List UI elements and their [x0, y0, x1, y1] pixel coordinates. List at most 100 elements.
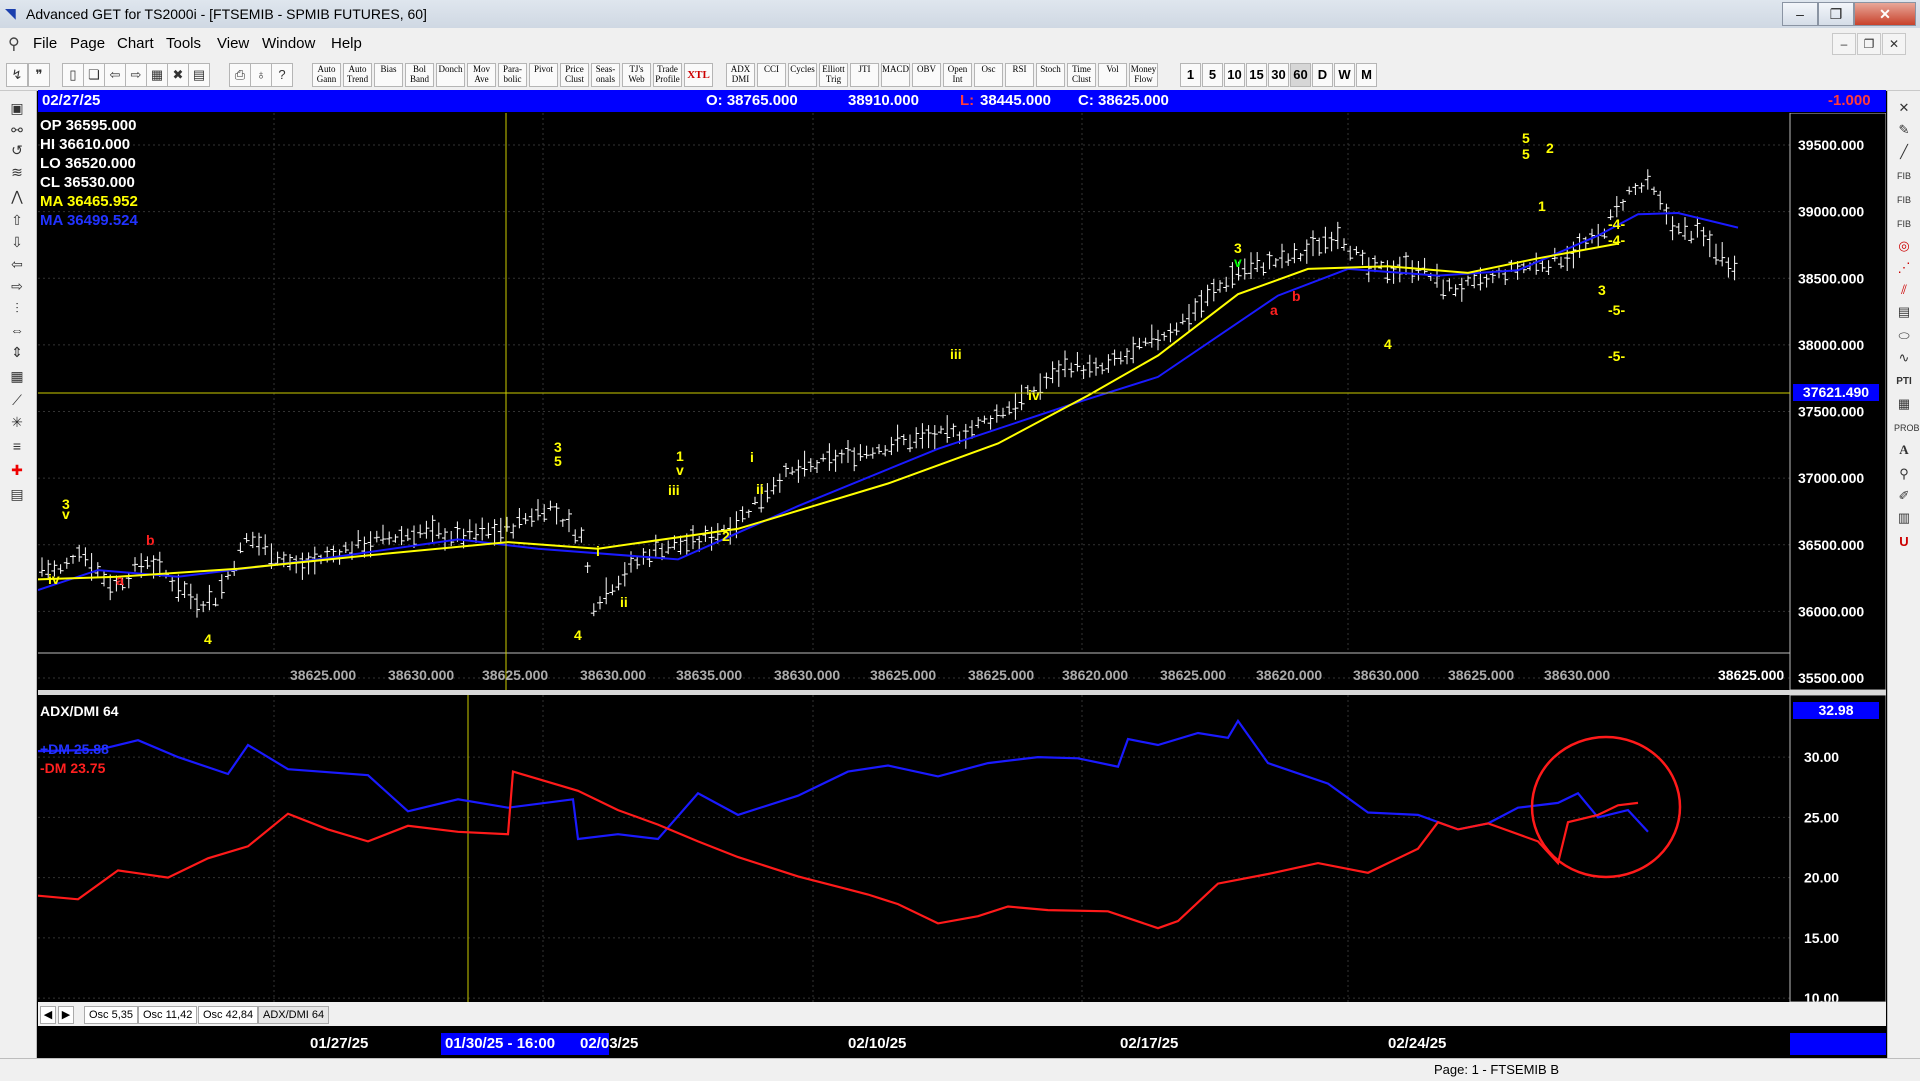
help-icon[interactable]: ?: [271, 63, 293, 87]
timeframe-button[interactable]: 5: [1202, 63, 1223, 87]
pencil-icon[interactable]: ✎: [1894, 121, 1914, 139]
text-icon[interactable]: A: [1894, 441, 1914, 459]
tab-osc-11-42[interactable]: Osc 11,42: [138, 1006, 198, 1024]
study-button[interactable]: MACD: [881, 63, 910, 87]
delete-icon[interactable]: ✖: [167, 63, 189, 87]
study-button[interactable]: Seas-onals: [591, 63, 620, 87]
up-arrow-icon[interactable]: ⇧: [6, 211, 28, 229]
grid-tool-icon[interactable]: ▦: [1894, 395, 1914, 413]
timeframe-button[interactable]: 1: [1180, 63, 1201, 87]
study-button[interactable]: Bol Band: [405, 63, 434, 87]
study-button[interactable]: Cycles: [788, 63, 817, 87]
tab-osc-42-84[interactable]: Osc 42,84: [198, 1006, 259, 1024]
timeframe-button[interactable]: 10: [1224, 63, 1245, 87]
menu-tools[interactable]: Tools: [166, 35, 201, 52]
timeframe-button[interactable]: M: [1356, 63, 1377, 87]
tip-icon[interactable]: ♁: [250, 63, 272, 87]
elliott-icon[interactable]: ⋀: [6, 187, 28, 205]
bars-icon[interactable]: ⫶: [6, 299, 28, 317]
menu-page[interactable]: Page: [70, 35, 105, 52]
menu-chart[interactable]: Chart: [117, 35, 154, 52]
arrow-right-icon[interactable]: ⇨: [125, 63, 147, 87]
open-icon[interactable]: ▣: [6, 99, 28, 117]
study-button[interactable]: OBV: [912, 63, 941, 87]
grid-icon[interactable]: ▦: [146, 63, 168, 87]
ruler-icon[interactable]: ▥: [1894, 509, 1914, 527]
copy-page-icon[interactable]: ❏: [83, 63, 105, 87]
regression-icon[interactable]: ▤: [1894, 303, 1914, 321]
tab-osc-5-35[interactable]: Osc 5,35: [84, 1006, 139, 1024]
study-button[interactable]: Auto Trend: [343, 63, 372, 87]
study-button[interactable]: Osc: [974, 63, 1003, 87]
target-icon[interactable]: ◎: [1894, 237, 1914, 255]
magnet-icon[interactable]: U: [1894, 533, 1914, 551]
study-button[interactable]: Vol: [1098, 63, 1127, 87]
new-page-icon[interactable]: ▯: [62, 63, 84, 87]
study-button[interactable]: Open Int: [943, 63, 972, 87]
adx-dmi-pane[interactable]: 30.00 25.00 20.00 15.00 10.00 ADX/DMI 64 +DM…: [38, 695, 1886, 1002]
menu-view[interactable]: View: [217, 35, 249, 52]
study-button[interactable]: Pivot: [529, 63, 558, 87]
study-button[interactable]: RSI: [1005, 63, 1034, 87]
lines-icon[interactable]: ⟋: [6, 391, 28, 409]
tab-scroll-left[interactable]: ◀: [40, 1006, 56, 1024]
zoom-icon[interactable]: ⚯: [6, 121, 28, 139]
timeframe-button[interactable]: D: [1312, 63, 1333, 87]
crosshair-icon[interactable]: ✚: [6, 461, 28, 479]
print-icon[interactable]: ⎙: [229, 63, 251, 87]
mdi-restore-button[interactable]: ❐: [1857, 33, 1881, 55]
prob-icon[interactable]: PROB: [1894, 419, 1920, 437]
study-button[interactable]: Price Clust: [560, 63, 589, 87]
study-button[interactable]: Donch: [436, 63, 465, 87]
close-tool-icon[interactable]: ✕: [1894, 99, 1914, 117]
gann-icon[interactable]: ✳: [6, 413, 28, 431]
menu-help[interactable]: Help: [331, 35, 362, 52]
study-button[interactable]: Elliott Trig: [819, 63, 848, 87]
fib-ext-icon[interactable]: FIB: [1894, 191, 1914, 209]
study-button[interactable]: CCI: [757, 63, 786, 87]
quote-icon[interactable]: ❞: [28, 63, 50, 87]
study-button[interactable]: XTL: [684, 63, 713, 87]
menu-file[interactable]: File: [33, 35, 57, 52]
timeframe-button[interactable]: 15: [1246, 63, 1267, 87]
timeframe-button[interactable]: 30: [1268, 63, 1289, 87]
menu-window[interactable]: Window: [262, 35, 315, 52]
reset-icon[interactable]: ↺: [6, 141, 28, 159]
marker-icon[interactable]: ✐: [1894, 487, 1914, 505]
study-button[interactable]: Mov Ave: [467, 63, 496, 87]
layout-icon[interactable]: ▤: [188, 63, 210, 87]
pti-icon[interactable]: PTI: [1894, 373, 1914, 391]
timeframe-button[interactable]: 60: [1290, 63, 1311, 87]
study-button[interactable]: Money Flow: [1129, 63, 1158, 87]
study-button[interactable]: TJ's Web: [622, 63, 651, 87]
fib-ret-icon[interactable]: FIB: [1894, 167, 1914, 185]
study-button[interactable]: Time Clust: [1067, 63, 1096, 87]
right-arrow-icon[interactable]: ⇨: [6, 277, 28, 295]
study-button[interactable]: Para-bolic: [498, 63, 527, 87]
fib-icon[interactable]: ≡: [6, 437, 28, 455]
compress-icon[interactable]: ⇕: [6, 343, 28, 361]
expand-icon[interactable]: ⇔: [6, 321, 28, 339]
minimize-button[interactable]: ‒: [1782, 2, 1818, 26]
study-button[interactable]: JTI: [850, 63, 879, 87]
pointer-icon[interactable]: ↯: [6, 63, 28, 87]
study-icon[interactable]: ≋: [6, 163, 28, 181]
ellipse-icon[interactable]: ⬭: [1894, 327, 1914, 345]
close-button[interactable]: ✕: [1854, 2, 1916, 26]
study-button[interactable]: Stoch: [1036, 63, 1065, 87]
left-arrow-icon[interactable]: ⇦: [6, 255, 28, 273]
tab-scroll-right[interactable]: ▶: [58, 1006, 74, 1024]
study-button[interactable]: Bias: [374, 63, 403, 87]
channel-icon[interactable]: ⫽: [1894, 281, 1914, 299]
fan-icon[interactable]: ⋰: [1894, 259, 1914, 277]
fib-time-icon[interactable]: FIB: [1894, 215, 1914, 233]
study-button[interactable]: Auto Gann: [312, 63, 341, 87]
maximize-button[interactable]: ❐: [1818, 2, 1854, 26]
table-icon[interactable]: ▦: [6, 367, 28, 385]
study-button[interactable]: Trade Profile: [653, 63, 682, 87]
down-arrow-icon[interactable]: ⇩: [6, 233, 28, 251]
wave-icon[interactable]: ∿: [1894, 349, 1914, 367]
line-tool-icon[interactable]: ╱: [1894, 143, 1914, 161]
magnify-icon[interactable]: ⚲: [1894, 465, 1914, 483]
mdi-close-button[interactable]: ✕: [1882, 33, 1906, 55]
